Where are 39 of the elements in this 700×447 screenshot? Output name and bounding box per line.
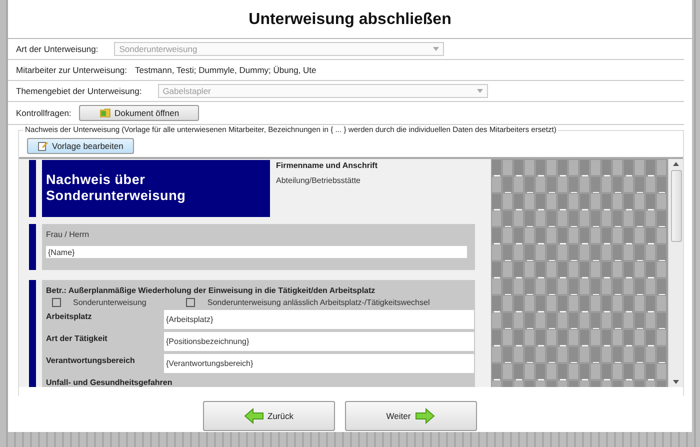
field-label: Mitarbeiter zur Unterweisung:	[16, 65, 128, 75]
checkbox[interactable]	[186, 298, 196, 307]
document-title: Nachweis über Sonderunterweisung	[42, 160, 270, 217]
scroll-down-icon	[673, 380, 680, 384]
section-heading: Unfall- und Gesundheitsgefahren	[46, 377, 174, 387]
field-label: Kontrollfragen:	[16, 108, 72, 118]
row-value: {Arbeitsplatz}	[164, 310, 474, 329]
field-label: Themengebiet der Unterweisung:	[16, 86, 142, 96]
edit-template-button[interactable]: Vorlage bearbeiten	[27, 138, 134, 154]
left-arrow-icon	[244, 408, 264, 424]
row-value: {Verantwortungsbereich}	[164, 354, 474, 373]
name-field: {Name}	[46, 246, 467, 258]
checkbox[interactable]	[52, 298, 61, 307]
dropdown-arrow-icon	[476, 89, 483, 93]
scroll-up-icon	[673, 162, 680, 166]
row-label: Verantwortungsbereich	[46, 355, 136, 367]
department-label: Abteilung/Betriebsstätte	[276, 176, 362, 185]
recipient-label: Frau / Herrn	[46, 230, 90, 239]
dialog-title: Unterweisung abschließen	[8, 0, 692, 39]
edit-icon	[38, 141, 48, 151]
field-label: Art der Unterweisung:	[16, 44, 98, 54]
scrollbar-track[interactable]	[668, 159, 683, 387]
section-stripe	[29, 160, 36, 217]
row-label: Art der Tätigkeit	[46, 333, 108, 345]
field-value: Testmann, Testi; Dummyle, Dummy; Übung, Ute	[135, 65, 316, 75]
dropdown-arrow-icon	[433, 47, 440, 51]
checkbox-label: Sonderunterweisung anlässlich Arbeitsplatz-/Tätigkeitswechsel	[207, 298, 430, 307]
row-value: {Positionsbezeichnung}	[164, 332, 474, 351]
company-label: Firmenname und Anschrift	[276, 161, 378, 170]
folder-icon	[100, 108, 110, 118]
scrollbar-thumb[interactable]	[670, 170, 682, 242]
subject-text: Betr.: Außerplanmäßige Wiederholung der Einweisung in die Tätigkeit/den Arbeitsplatz	[46, 286, 376, 295]
checkbox-label: Sonderunterweisung	[73, 298, 146, 307]
right-arrow-icon	[414, 408, 435, 424]
back-button[interactable]: Zurück	[202, 401, 334, 431]
open-document-button[interactable]: Dokument öffnen	[79, 105, 200, 121]
section-stripe	[29, 224, 36, 270]
next-button[interactable]: Weiter	[344, 401, 476, 431]
row-label: Arbeitsplatz	[46, 311, 93, 323]
